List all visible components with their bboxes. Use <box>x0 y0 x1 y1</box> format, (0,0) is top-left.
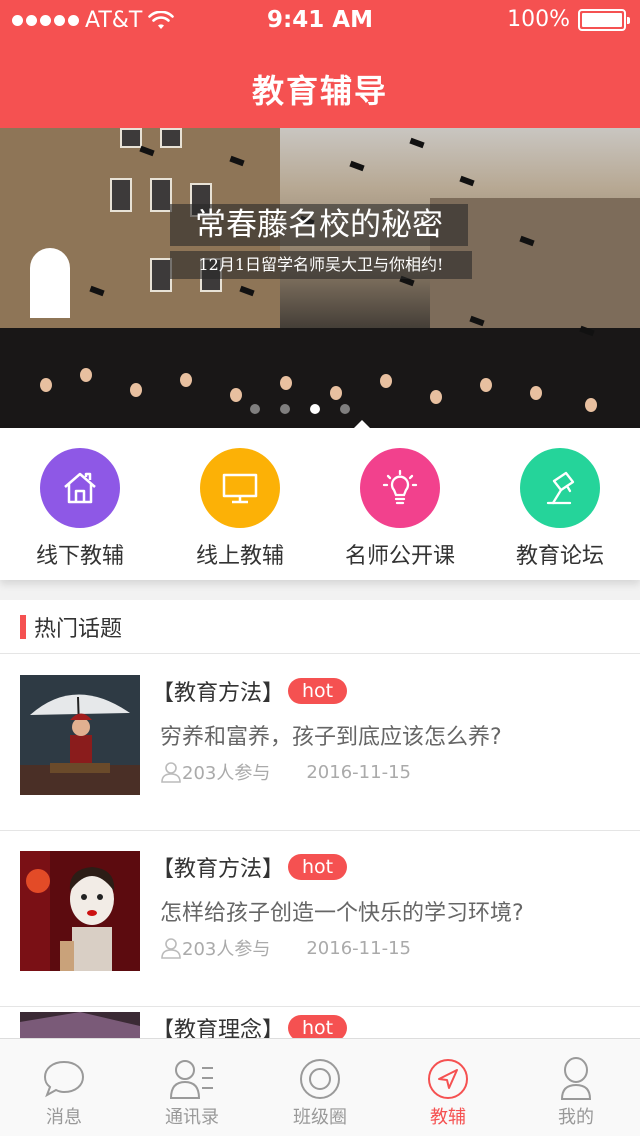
navigation-arrow-icon <box>384 1055 512 1103</box>
battery-group: 100% <box>507 7 630 32</box>
tab-label: 通讯录 <box>165 1107 219 1128</box>
banner-title: 常春藤名校的秘密 <box>170 204 468 246</box>
tab-label: 班级圈 <box>293 1107 347 1128</box>
topic-tag: 【教育方法】 <box>152 681 285 706</box>
house-icon <box>40 448 120 528</box>
pager-dot-active[interactable] <box>310 404 320 414</box>
category-label: 线下教辅 <box>35 544 124 569</box>
pager-dot[interactable] <box>250 404 260 414</box>
category-label: 教育论坛 <box>515 544 604 569</box>
app-header: AT&T 9:41 AM 100% 教育辅导 <box>0 0 640 128</box>
category-label: 名师公开课 <box>344 544 455 569</box>
topic-thumbnail <box>20 851 140 971</box>
topic-title: 穷养和富养，孩子到底应该怎么养? <box>160 725 502 750</box>
page-title: 教育辅导 <box>251 72 388 110</box>
tab-me[interactable]: 我的 <box>512 1039 640 1136</box>
topic-thumbnail <box>20 675 140 795</box>
topic-title: 怎样给孩子创造一个快乐的学习环境? <box>160 901 524 926</box>
hot-badge: hot <box>288 854 348 880</box>
person-icon <box>161 762 181 783</box>
banner-pager[interactable] <box>250 404 350 414</box>
hot-topics-section: 热门话题 【教育方法】 hot 穷养和富养，孩子到底应该怎么养? 203人参与 … <box>0 600 640 1040</box>
topic-tag: 【教育理念】 <box>152 1018 285 1040</box>
topic-list-item[interactable]: 【教育理念】 hot <box>0 992 640 1040</box>
category-grid: 线下教辅 线上教辅 名师公开课 教育论坛 <box>0 420 640 580</box>
topic-date: 2016-11-15 <box>306 761 411 783</box>
topic-date: 2016-11-15 <box>306 937 411 959</box>
promo-banner[interactable]: 常春藤名校的秘密 12月1日留学名师吴大卫与你相约! <box>0 128 640 428</box>
topic-thumbnail <box>20 1012 140 1040</box>
tab-tutoring[interactable]: 教辅 <box>384 1039 512 1136</box>
pager-dot[interactable] <box>340 404 350 414</box>
person-icon <box>512 1055 640 1103</box>
category-online-tutoring[interactable]: 线上教辅 <box>160 448 320 570</box>
topic-tag: 【教育方法】 <box>152 857 285 882</box>
contacts-icon <box>128 1055 256 1103</box>
desk-lamp-icon <box>520 448 600 528</box>
monitor-icon <box>200 448 280 528</box>
battery-percent: 100% <box>507 7 570 32</box>
status-bar: AT&T 9:41 AM 100% <box>0 0 640 40</box>
section-header: 热门话题 <box>0 600 640 654</box>
hot-badge: hot <box>288 678 348 704</box>
category-open-course[interactable]: 名师公开课 <box>320 448 480 570</box>
person-icon <box>161 938 181 959</box>
section-title: 热门话题 <box>34 616 123 642</box>
pager-dot[interactable] <box>280 404 290 414</box>
chat-bubble-icon <box>0 1055 128 1103</box>
tab-contacts[interactable]: 通讯录 <box>128 1039 256 1136</box>
category-offline-tutoring[interactable]: 线下教辅 <box>0 448 160 570</box>
topic-participants: 203人参与 <box>182 939 271 960</box>
tab-class-circle[interactable]: 班级圈 <box>256 1039 384 1136</box>
hot-badge: hot <box>288 1015 348 1040</box>
category-label: 线上教辅 <box>195 544 284 569</box>
section-accent-bar <box>20 614 26 639</box>
category-forum[interactable]: 教育论坛 <box>480 448 640 570</box>
tab-messages[interactable]: 消息 <box>0 1039 128 1136</box>
topic-list-item[interactable]: 【教育方法】 hot 怎样给孩子创造一个快乐的学习环境? 203人参与 2016… <box>0 831 640 1007</box>
topic-participants: 203人参与 <box>182 763 271 784</box>
bottom-tab-bar: 消息 通讯录 班级圈 教辅 我的 <box>0 1038 640 1136</box>
tab-label: 教辅 <box>430 1107 466 1128</box>
banner-subtitle: 12月1日留学名师吴大卫与你相约! <box>170 251 472 279</box>
tab-label: 我的 <box>558 1107 594 1128</box>
lightbulb-icon <box>360 448 440 528</box>
circle-target-icon <box>256 1055 384 1103</box>
battery-icon <box>578 8 630 31</box>
topic-list-item[interactable]: 【教育方法】 hot 穷养和富养，孩子到底应该怎么养? 203人参与 2016-… <box>0 655 640 831</box>
tab-label: 消息 <box>46 1107 82 1128</box>
